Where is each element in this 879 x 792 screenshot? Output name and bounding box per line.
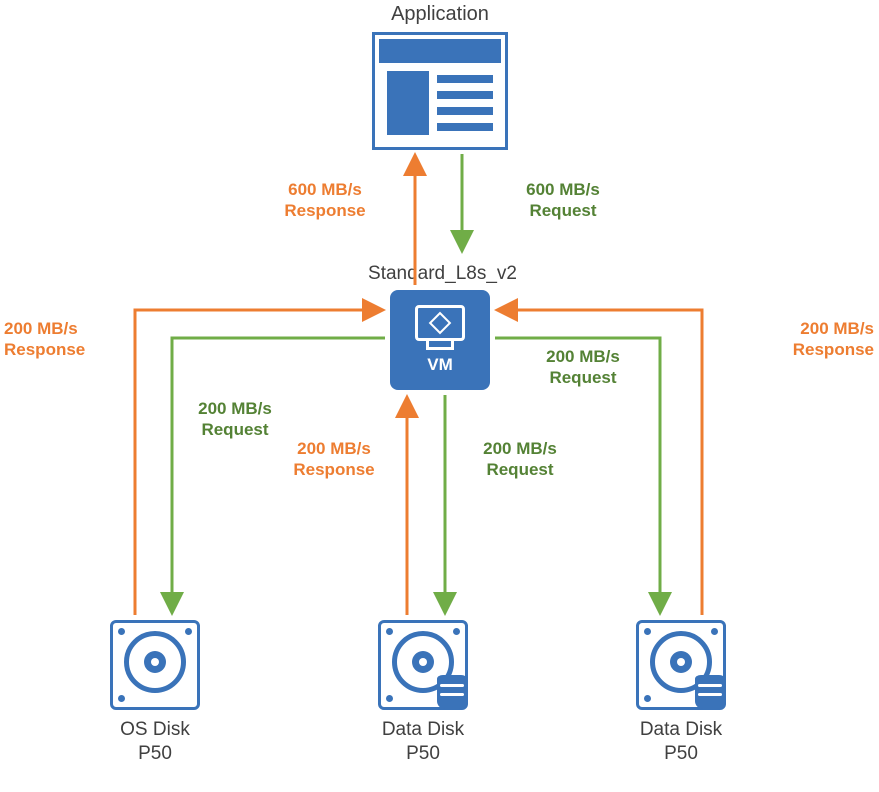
vm-box-label: VM: [427, 355, 453, 375]
os-disk-node: [110, 620, 200, 710]
flow-app-response: 600 MB/sResponse: [265, 179, 385, 222]
flow-mid-request: 200 MB/sRequest: [465, 438, 575, 481]
vm-title: Standard_L8s_v2: [355, 262, 530, 286]
disk-icon: [636, 620, 726, 710]
vm-icon: VM: [390, 290, 490, 390]
flow-mid-response: 200 MB/sResponse: [279, 438, 389, 481]
flow-left-response: 200 MB/sResponse: [0, 318, 100, 361]
application-title: Application: [350, 2, 530, 27]
disk-icon: [378, 620, 468, 710]
vm-node: VM: [390, 290, 490, 390]
data-disk-2-label: Data DiskP50: [616, 718, 746, 766]
data-disk-1-node: [378, 620, 468, 710]
flow-app-request: 600 MB/sRequest: [503, 179, 623, 222]
flow-left-request: 200 MB/sRequest: [180, 398, 290, 441]
disk-icon: [110, 620, 200, 710]
os-disk-label: OS DiskP50: [95, 718, 215, 766]
data-disk-1-label: Data DiskP50: [358, 718, 488, 766]
flow-right-response: 200 MB/sResponse: [778, 318, 878, 361]
application-icon: [375, 35, 505, 147]
flow-right-request: 200 MB/sRequest: [528, 346, 638, 389]
data-disk-2-node: [636, 620, 726, 710]
application-node: [375, 35, 505, 147]
